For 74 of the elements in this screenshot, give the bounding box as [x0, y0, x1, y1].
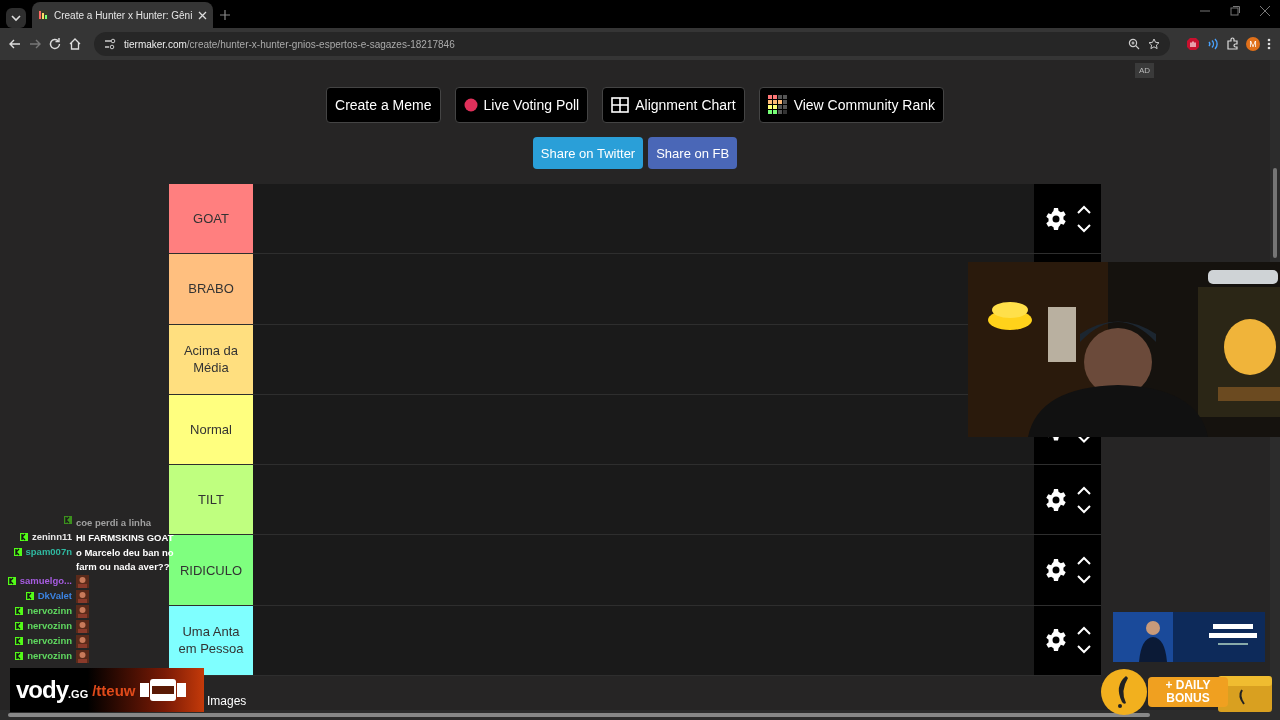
- emote-icon: [76, 575, 89, 588]
- chevron-down-icon[interactable]: [1077, 223, 1092, 233]
- restore-icon[interactable]: [1230, 6, 1240, 16]
- chat-username: nervozinn: [27, 635, 72, 646]
- hand-stop-icon[interactable]: [1186, 37, 1200, 51]
- reload-icon[interactable]: [48, 37, 62, 51]
- kick-badge-icon: [15, 606, 24, 615]
- kick-badge-icon: [7, 576, 16, 585]
- dot-icon: [463, 98, 478, 112]
- channel-handle: /tteuw: [92, 681, 136, 699]
- kick-badge-icon: [15, 636, 24, 645]
- tier-label: GOAT: [169, 184, 253, 254]
- color-grid-icon: [767, 95, 788, 115]
- kick-badge-icon: [13, 547, 22, 556]
- horizontal-scrollbar[interactable]: [0, 710, 1270, 720]
- tiermaker-favicon-icon: [38, 10, 48, 20]
- browser-tab[interactable]: Create a Hunter x Hunter: Gêni: [32, 2, 214, 28]
- section-heading: Images: [207, 694, 247, 709]
- chevron-up-icon[interactable]: [1077, 485, 1092, 495]
- emote-icon: [76, 605, 89, 618]
- ad-tag: AD: [1134, 63, 1154, 78]
- chat-username: spam007n: [25, 546, 72, 557]
- scrollbar-thumb[interactable]: [1273, 168, 1277, 258]
- emote-icon: [76, 650, 89, 663]
- share-button[interactable]: Share on FB: [648, 137, 738, 169]
- controller-icon: [139, 677, 186, 703]
- kick-badge-icon: [15, 621, 24, 630]
- emote-icon: [76, 620, 89, 633]
- address-bar[interactable]: tiermaker.com/create/hunter-x-hunter-gnios-espertos-e-sagazes-18217846: [94, 32, 1170, 56]
- zoom-icon[interactable]: [1128, 38, 1140, 50]
- chat-username: zeninn11: [31, 531, 72, 542]
- chat-username: nervozinn: [27, 620, 72, 631]
- chat-username: DkValet: [37, 590, 72, 601]
- chevron-down-icon[interactable]: [1077, 645, 1092, 655]
- chat-message: coe perdi a linha: [76, 516, 152, 530]
- kick-badge-icon: [19, 532, 28, 541]
- kick-badge-icon: [15, 651, 24, 660]
- site-settings-icon[interactable]: [104, 38, 116, 50]
- brand-logo: vody.GG: [16, 676, 89, 704]
- bookmark-star-icon[interactable]: [1148, 38, 1160, 50]
- emote-icon: [76, 590, 89, 603]
- kick-badge-icon: [25, 591, 34, 600]
- tab-search-icon[interactable]: [6, 8, 26, 28]
- chat-username: nervozinn: [27, 605, 72, 616]
- new-tab-icon[interactable]: [219, 9, 232, 21]
- chevron-down-icon[interactable]: [1077, 575, 1092, 585]
- toolbar-button[interactable]: View Community Rank: [758, 87, 944, 123]
- kick-badge-icon: [64, 516, 72, 524]
- sound-waves-icon[interactable]: [1206, 37, 1220, 51]
- tier-label: TILT: [169, 465, 253, 535]
- tier-label: Normal: [169, 394, 253, 465]
- close-icon[interactable]: [1260, 6, 1270, 16]
- toolbar-button[interactable]: Create a Meme: [326, 87, 441, 123]
- chevron-down-icon[interactable]: [1077, 504, 1092, 514]
- chevron-up-icon[interactable]: [1077, 556, 1092, 566]
- toolbar-button[interactable]: Alignment Chart: [602, 87, 745, 123]
- menu-icon[interactable]: [1266, 37, 1272, 51]
- grid-icon: [611, 97, 630, 113]
- tab-title: Create a Hunter x Hunter: Gêni: [54, 9, 193, 21]
- emote-icon: [76, 635, 89, 648]
- puzzle-piece-icon[interactable]: [1226, 37, 1240, 51]
- chat-username: samuelgo...: [19, 575, 72, 586]
- tier-label: Uma Anta em Pessoa: [169, 605, 253, 676]
- chat-username: nervozinn: [27, 650, 72, 661]
- url-text: tiermaker.com/create/hunter-x-hunter-gnios-espertos-e-sagazes-18217846: [124, 38, 455, 50]
- tier-label: BRABO: [169, 254, 253, 324]
- back-icon[interactable]: [8, 37, 22, 51]
- toolbar-button[interactable]: Live Voting Poll: [454, 87, 589, 123]
- knife-coin-icon: [1100, 668, 1148, 716]
- forward-icon[interactable]: [28, 37, 42, 51]
- tier-label: Acima da Média: [169, 324, 253, 394]
- home-icon[interactable]: [68, 37, 82, 51]
- chevron-up-icon[interactable]: [1077, 626, 1092, 636]
- chevron-up-icon[interactable]: [1077, 204, 1092, 214]
